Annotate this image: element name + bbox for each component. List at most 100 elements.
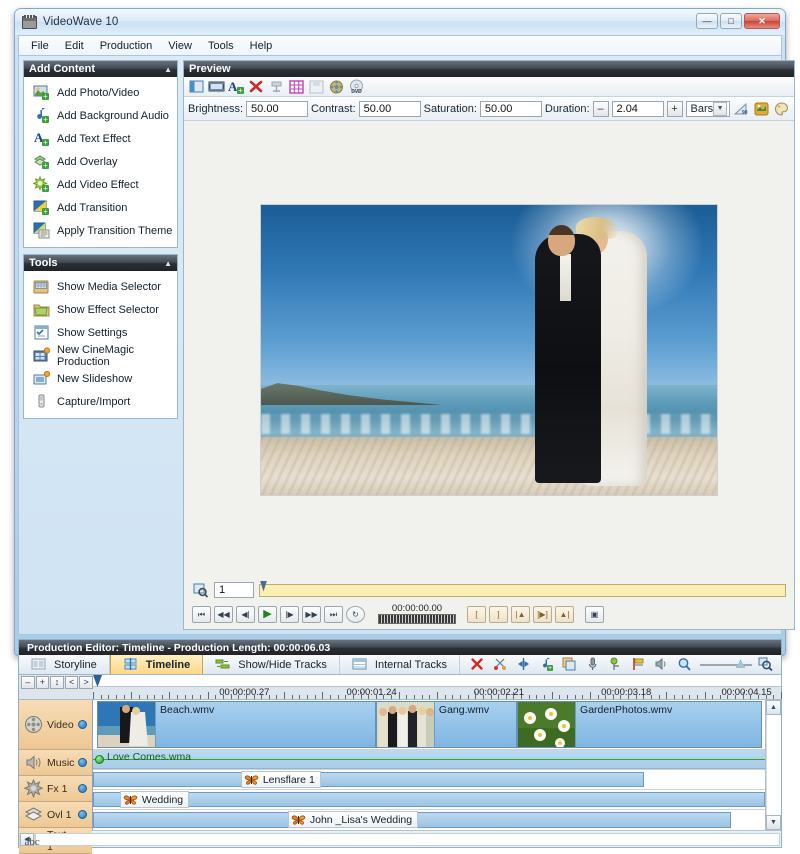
duration-decrease-button[interactable]: – — [592, 100, 609, 117]
zoom-in-timeline-icon[interactable] — [758, 657, 775, 673]
go-to-end-button[interactable]: ⏭ — [324, 605, 343, 623]
color-wheel-icon[interactable] — [328, 79, 345, 95]
tab-timeline[interactable]: Timeline — [109, 655, 204, 674]
maximize-button[interactable]: □ — [720, 13, 742, 29]
zoom-in-button[interactable]: + — [35, 676, 50, 689]
duration-input[interactable]: 2.04 — [611, 100, 664, 117]
delete-red-x-icon[interactable] — [470, 657, 487, 673]
zoom-slider[interactable] — [700, 659, 752, 668]
add-transition-item[interactable]: + Add Transition — [24, 196, 177, 219]
filmstrip-icon[interactable] — [208, 79, 225, 95]
ovl-clip-tag[interactable]: Wedding — [119, 791, 190, 808]
brightness-input[interactable]: 50.00 — [246, 100, 309, 117]
seek-bar[interactable] — [259, 580, 787, 597]
loop-button[interactable]: ↻ — [346, 605, 365, 623]
track-label-music[interactable]: Music — [19, 750, 92, 776]
show-effect-selector-item[interactable]: Show Effect Selector — [24, 298, 177, 321]
fx-clip[interactable] — [93, 772, 645, 787]
timeline-vertical-scrollbar[interactable]: ▲ ▼ — [765, 700, 781, 830]
chevron-up-icon[interactable]: ▲ — [164, 259, 172, 268]
fast-forward-button[interactable]: ▶▶ — [302, 605, 321, 623]
tab-storyline[interactable]: Storyline — [19, 655, 110, 674]
audio-keyframe-dot[interactable] — [95, 755, 104, 764]
menu-view[interactable]: View — [160, 38, 200, 54]
mark-in-button[interactable]: [ — [467, 605, 486, 623]
microphone-icon[interactable] — [585, 657, 602, 673]
track-enable-toggle-fx1[interactable] — [78, 784, 87, 793]
add-text-effect-item[interactable]: A + Add Text Effect — [24, 127, 177, 150]
color-correct-icon[interactable] — [753, 101, 770, 117]
close-button[interactable]: ✕ — [744, 13, 780, 29]
add-audio-icon[interactable]: + — [539, 657, 556, 673]
previous-frame-button[interactable]: ◀| — [236, 605, 255, 623]
panel-toggle-icon[interactable] — [188, 79, 205, 95]
table-row[interactable]: Beach.wmv — [97, 701, 376, 748]
track-enable-toggle-ovl1[interactable] — [78, 810, 87, 819]
scroll-right-button[interactable]: > — [79, 676, 93, 689]
fx-clip-tag[interactable]: Lensflare 1 — [240, 771, 321, 788]
go-to-start-button[interactable]: ⏮ — [192, 605, 211, 623]
scene-number-input[interactable]: 1 — [214, 582, 254, 598]
track-enable-toggle-video[interactable] — [78, 720, 87, 729]
add-overlay-item[interactable]: + Add Overlay — [24, 150, 177, 173]
tab-internal-tracks[interactable]: Internal Tracks — [340, 655, 461, 674]
align-center-icon[interactable] — [268, 79, 285, 95]
copy-clip-icon[interactable] — [562, 657, 579, 673]
duration-increase-button[interactable]: + — [666, 100, 683, 117]
menu-production[interactable]: Production — [92, 38, 161, 54]
saturation-input[interactable]: 50.00 — [479, 100, 542, 117]
timeline-ruler[interactable]: 00:00:00.27 00:00:01.24 00:00:02.21 00:0… — [93, 675, 782, 699]
menu-edit[interactable]: Edit — [57, 38, 92, 54]
horizontal-scroll-track[interactable] — [35, 832, 780, 846]
music-track-row[interactable]: Love Comes.wma — [93, 750, 765, 770]
timeline-clip-area[interactable]: Beach.wmv Gang.wmv GardenPhotos.wmv Love… — [93, 700, 765, 830]
transition-type-select[interactable]: Bars ▼ — [685, 100, 731, 117]
rewind-button[interactable]: ◀◀ — [214, 605, 233, 623]
tab-show-hide-tracks[interactable]: Show/Hide Tracks — [203, 655, 340, 674]
show-media-selector-item[interactable]: Show Media Selector — [24, 275, 177, 298]
track-label-fx1[interactable]: Fx 1 — [19, 776, 92, 802]
capture-import-item[interactable]: Capture/Import — [24, 390, 177, 413]
snapshot-button[interactable]: ▣ — [585, 605, 604, 623]
next-frame-button[interactable]: |▶ — [280, 605, 299, 623]
zoom-out-timeline-icon[interactable] — [677, 657, 694, 673]
menu-file[interactable]: File — [23, 38, 57, 54]
chevron-up-icon[interactable]: ▲ — [164, 65, 172, 74]
scroll-left-button[interactable]: < — [64, 676, 79, 689]
tools-header[interactable]: Tools ▲ — [24, 255, 177, 271]
dvd-burn-icon[interactable]: DVD — [348, 79, 365, 95]
minimize-button[interactable]: — — [696, 13, 718, 29]
ovl-clip[interactable] — [93, 792, 765, 807]
grid-overlay-icon[interactable] — [288, 79, 305, 95]
zoom-scene-icon[interactable] — [192, 582, 209, 598]
paint-palette-icon[interactable] — [773, 101, 790, 117]
chevron-down-icon[interactable]: ▼ — [713, 101, 728, 116]
jog-shuttle-meter[interactable] — [378, 614, 456, 624]
add-content-header[interactable]: Add Content ▲ — [24, 61, 177, 77]
add-photo-video-item[interactable]: + Add Photo/Video — [24, 81, 177, 104]
show-settings-item[interactable]: Show Settings — [24, 321, 177, 344]
fit-to-window-button[interactable]: ↕ — [50, 676, 64, 689]
trim-mid-button[interactable]: [▶] — [533, 605, 552, 623]
play-button[interactable]: ▶ — [258, 605, 277, 623]
mark-out-button[interactable]: ] — [489, 605, 508, 623]
marker-pin-icon[interactable] — [608, 657, 625, 673]
split-clip-icon[interactable] — [516, 657, 533, 673]
audio-volume-line[interactable] — [93, 759, 765, 760]
text-track-row[interactable]: John _Lisa's Wedding — [93, 810, 765, 830]
scroll-up-button[interactable]: ▲ — [766, 700, 781, 715]
track-label-video[interactable]: Video — [19, 700, 92, 750]
menu-tools[interactable]: Tools — [200, 38, 242, 54]
mute-speaker-icon[interactable] — [654, 657, 671, 673]
track-enable-toggle-music[interactable] — [78, 758, 87, 767]
zoom-out-button[interactable]: – — [21, 676, 35, 689]
trim-end-button[interactable]: ▲| — [555, 605, 574, 623]
rotate-90-icon[interactable]: 90 — [733, 101, 750, 117]
fx-track-row[interactable]: Lensflare 1 — [93, 770, 765, 790]
zoom-slider-thumb[interactable] — [736, 659, 745, 668]
scroll-down-button[interactable]: ▼ — [766, 815, 781, 830]
new-cinemagic-production-item[interactable]: New CineMagic Production — [24, 344, 177, 368]
vertical-scroll-track[interactable] — [766, 715, 781, 815]
playhead-handle[interactable] — [260, 580, 267, 592]
delete-red-x-icon[interactable] — [248, 79, 265, 95]
